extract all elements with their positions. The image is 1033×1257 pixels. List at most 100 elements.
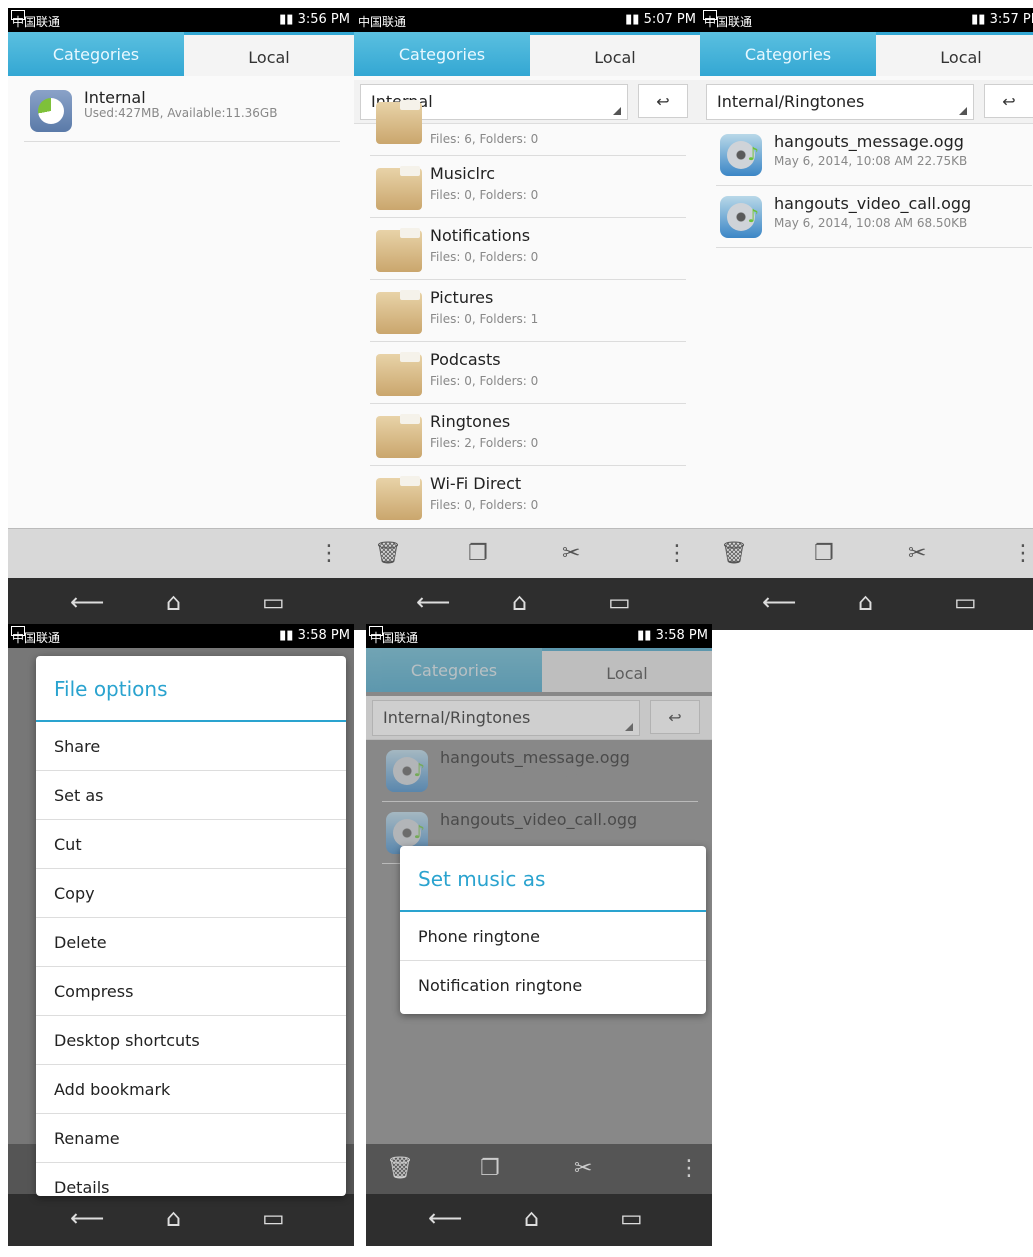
- recents-icon[interactable]: ▭: [262, 588, 285, 616]
- nav-bar: ⟵ ⌂ ▭: [8, 578, 354, 630]
- clock: 5:07 PM: [643, 12, 696, 27]
- copy-icon[interactable]: ❐: [480, 1156, 500, 1181]
- folder-item[interactable]: Wi-Fi Direct Files: 0, Folders: 0: [370, 466, 686, 528]
- nav-bar: ⟵ ⌂ ▭: [354, 578, 700, 630]
- menu-item-phone-ringtone[interactable]: Phone ringtone: [400, 912, 706, 961]
- set-music-as-dialog: Set music as Phone ringtone Notification…: [400, 846, 706, 1014]
- status-bar: 中国联通 ▮▮ 3:56 PM: [8, 8, 354, 32]
- tab-local[interactable]: Local: [530, 32, 700, 76]
- folder-item[interactable]: Files: 6, Folders: 0: [370, 98, 686, 156]
- storage-internal-item[interactable]: Internal Used:427MB, Available:11.36GB: [24, 80, 340, 142]
- up-folder-button[interactable]: ↩: [984, 84, 1033, 118]
- folder-name: Wi-Fi Direct: [430, 474, 522, 493]
- copy-icon[interactable]: ❐: [468, 541, 488, 566]
- status-bar: 中国联通 ▮▮ 3:58 PM: [366, 624, 712, 648]
- recents-icon[interactable]: ▭: [608, 588, 631, 616]
- carrier-label: 中国联通: [370, 631, 419, 645]
- folder-meta: Files: 0, Folders: 0: [430, 374, 539, 388]
- screen-set-music-as: 中国联通 ▮▮ 3:58 PM Categories Local Interna…: [366, 624, 712, 1246]
- more-vert-icon[interactable]: ⋮: [318, 541, 340, 566]
- folder-item[interactable]: Notifications Files: 0, Folders: 0: [370, 218, 686, 280]
- back-icon[interactable]: ⟵: [70, 588, 104, 616]
- menu-item-copy[interactable]: Copy: [36, 869, 346, 918]
- menu-item-share[interactable]: Share: [36, 722, 346, 771]
- menu-item-set-as[interactable]: Set as: [36, 771, 346, 820]
- dropdown-icon: [959, 107, 967, 115]
- menu-item-cut[interactable]: Cut: [36, 820, 346, 869]
- recents-icon[interactable]: ▭: [954, 588, 977, 616]
- path-selector[interactable]: Internal/Ringtones: [372, 700, 640, 736]
- folder-meta: Files: 0, Folders: 0: [430, 188, 539, 202]
- path-selector[interactable]: Internal/Ringtones: [706, 84, 974, 120]
- clock: 3:58 PM: [655, 628, 708, 643]
- trash-icon[interactable]: 🗑: [386, 1156, 414, 1181]
- menu-item-rename[interactable]: Rename: [36, 1114, 346, 1163]
- home-icon[interactable]: ⌂: [166, 588, 181, 616]
- path-label: Internal/Ringtones: [383, 708, 531, 727]
- folder-icon: [376, 352, 422, 396]
- music-file-icon: [720, 196, 762, 238]
- more-vert-icon[interactable]: ⋮: [678, 1156, 700, 1181]
- tab-bar: Categories Local: [8, 32, 354, 76]
- tab-local[interactable]: Local: [876, 32, 1033, 76]
- storage-usage: Used:427MB, Available:11.36GB: [84, 106, 278, 120]
- dialog-title: File options: [36, 656, 346, 722]
- file-options-dialog: File options Share Set as Cut Copy Delet…: [36, 656, 346, 1197]
- music-file-icon: [386, 750, 428, 792]
- cut-icon[interactable]: ✂: [908, 541, 926, 566]
- recents-icon[interactable]: ▭: [620, 1204, 643, 1232]
- bottom-toolbar: 🗑 ❐ ✂ ⋮: [700, 528, 1033, 578]
- folder-meta: Files: 2, Folders: 0: [430, 436, 539, 450]
- tab-categories[interactable]: Categories: [354, 32, 530, 76]
- home-icon[interactable]: ⌂: [524, 1204, 539, 1232]
- home-icon[interactable]: ⌂: [858, 588, 873, 616]
- status-bar: 中国联通 ▮▮ 3:57 PM: [700, 8, 1033, 32]
- tab-categories[interactable]: Categories: [8, 32, 184, 76]
- menu-item-add-bookmark[interactable]: Add bookmark: [36, 1065, 346, 1114]
- more-vert-icon[interactable]: ⋮: [1012, 541, 1033, 566]
- copy-icon[interactable]: ❐: [814, 541, 834, 566]
- clock: 3:58 PM: [297, 628, 350, 643]
- cut-icon[interactable]: ✂: [562, 541, 580, 566]
- file-item[interactable]: hangouts_message.ogg May 6, 2014, 10:08 …: [382, 740, 698, 802]
- trash-icon[interactable]: 🗑: [374, 541, 402, 566]
- tab-local[interactable]: Local: [184, 32, 354, 76]
- nav-bar: ⟵ ⌂ ▭: [700, 578, 1033, 630]
- menu-item-notification-ringtone[interactable]: Notification ringtone: [400, 961, 706, 1010]
- more-vert-icon[interactable]: ⋮: [666, 541, 688, 566]
- file-item[interactable]: hangouts_video_call.ogg May 6, 2014, 10:…: [716, 186, 1032, 248]
- carrier-label: 中国联通: [704, 15, 753, 29]
- folder-name: Notifications: [430, 226, 531, 245]
- folder-name: Pictures: [430, 288, 494, 307]
- back-icon[interactable]: ⟵: [416, 588, 450, 616]
- menu-item-delete[interactable]: Delete: [36, 918, 346, 967]
- folder-item[interactable]: Musiclrc Files: 0, Folders: 0: [370, 156, 686, 218]
- storage-title: Internal: [84, 88, 146, 107]
- folder-item[interactable]: Pictures Files: 0, Folders: 1: [370, 280, 686, 342]
- bottom-toolbar: ⋮: [8, 528, 354, 578]
- folder-icon: [376, 100, 422, 144]
- tab-local[interactable]: Local: [542, 648, 712, 692]
- folder-item[interactable]: Podcasts Files: 0, Folders: 0: [370, 342, 686, 404]
- menu-item-desktop-shortcuts[interactable]: Desktop shortcuts: [36, 1016, 346, 1065]
- tab-bar: Categories Local: [366, 648, 712, 692]
- home-icon[interactable]: ⌂: [512, 588, 527, 616]
- music-file-icon: [720, 134, 762, 176]
- folder-name: Ringtones: [430, 412, 511, 431]
- path-bar: Internal/Ringtones ↩: [700, 80, 1033, 124]
- trash-icon[interactable]: 🗑: [720, 541, 748, 566]
- tab-categories[interactable]: Categories: [366, 648, 542, 692]
- tab-categories[interactable]: Categories: [700, 32, 876, 76]
- back-icon[interactable]: ⟵: [762, 588, 796, 616]
- folder-item[interactable]: Ringtones Files: 2, Folders: 0: [370, 404, 686, 466]
- menu-item-details[interactable]: Details: [36, 1163, 346, 1212]
- screen-file-options: 中国联通 ▮▮ 3:58 PM ⟵ ⌂ ▭ File options Share…: [8, 624, 354, 1246]
- screen-categories-local: 中国联通 ▮▮ 3:56 PM Categories Local Interna…: [8, 8, 354, 630]
- back-icon[interactable]: ⟵: [428, 1204, 462, 1232]
- up-folder-button[interactable]: ↩: [650, 700, 700, 734]
- bottom-toolbar: 🗑 ❐ ✂ ⋮: [366, 1144, 712, 1194]
- file-item[interactable]: hangouts_message.ogg May 6, 2014, 10:08 …: [716, 124, 1032, 186]
- status-bar: 中国联通 ▮▮ 3:58 PM: [8, 624, 354, 648]
- cut-icon[interactable]: ✂: [574, 1156, 592, 1181]
- menu-item-compress[interactable]: Compress: [36, 967, 346, 1016]
